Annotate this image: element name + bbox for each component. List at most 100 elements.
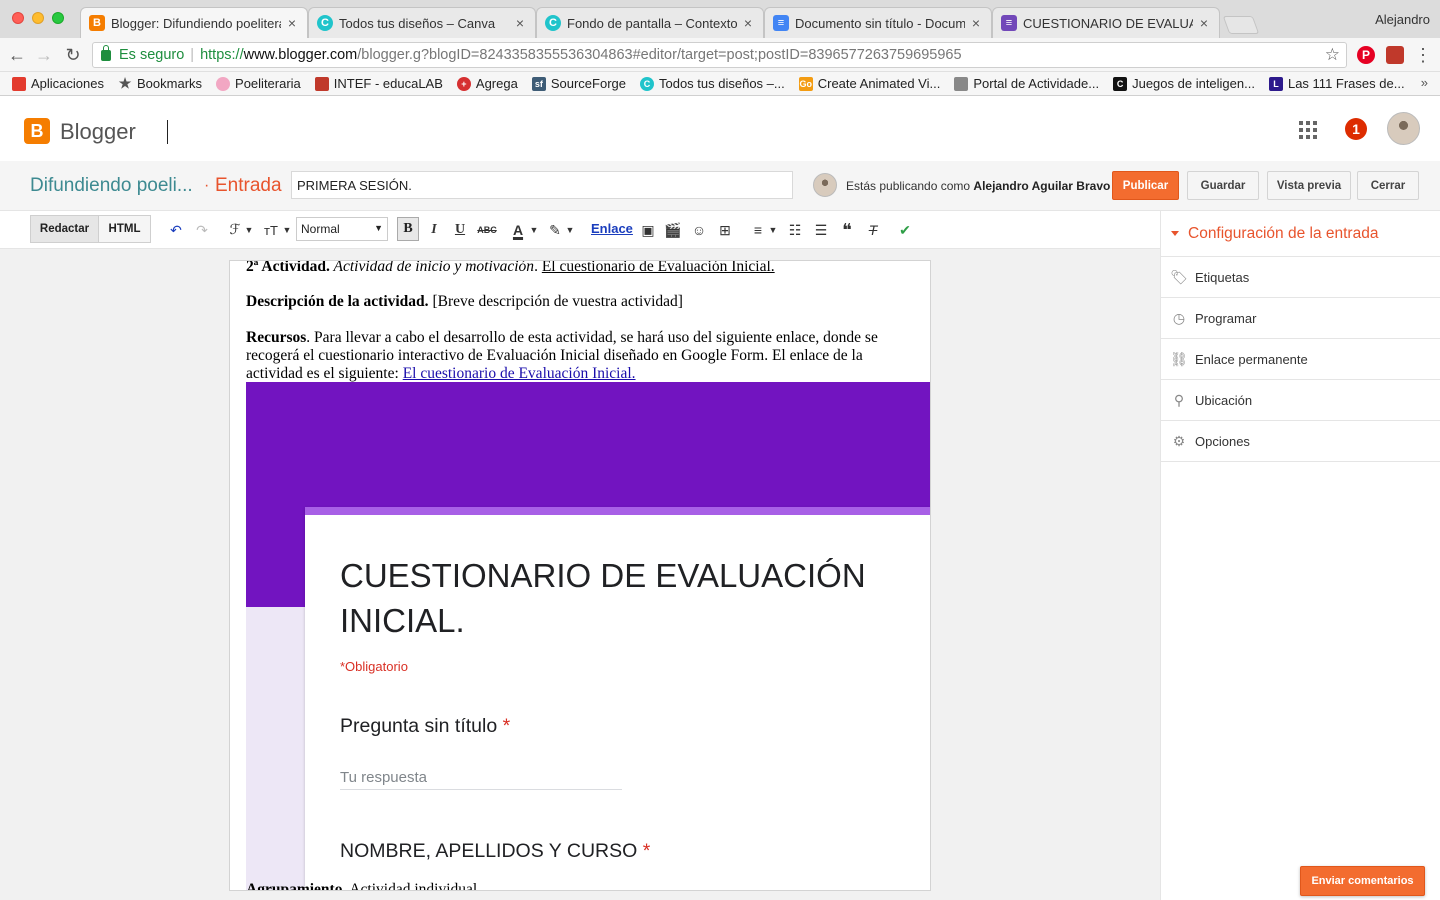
close-button[interactable]: Cerrar xyxy=(1357,171,1419,200)
close-icon[interactable]: × xyxy=(741,15,755,31)
browser-profile-name[interactable]: Alejandro xyxy=(1375,12,1430,27)
bookmark-label: INTEF - educaLAB xyxy=(333,76,443,91)
bookmark-item[interactable]: Aplicaciones xyxy=(12,76,104,91)
insert-video-icon[interactable]: 🎬 xyxy=(663,220,683,240)
spellcheck-icon[interactable]: ✔ xyxy=(895,220,915,240)
undo-icon[interactable]: ↶ xyxy=(166,220,186,240)
account-avatar[interactable] xyxy=(1387,112,1420,145)
settings-item-labels[interactable]: 🏷 Etiquetas xyxy=(1161,257,1440,298)
blogger-wordmark[interactable]: Blogger xyxy=(60,119,136,145)
window-close-icon[interactable] xyxy=(12,12,24,24)
text-color-icon[interactable]: A xyxy=(509,220,527,240)
send-feedback-button[interactable]: Enviar comentarios xyxy=(1300,866,1425,896)
browser-tab-canva-wallpaper[interactable]: C Fondo de pantalla – Contexto I × xyxy=(536,7,764,38)
close-icon[interactable]: × xyxy=(285,15,299,31)
form-link[interactable]: El cuestionario de Evaluación Inicial. xyxy=(403,365,636,382)
bulleted-list-icon[interactable]: ☰ xyxy=(811,220,831,240)
settings-item-schedule[interactable]: ◷ Programar xyxy=(1161,298,1440,339)
new-tab-button[interactable] xyxy=(1222,16,1260,34)
insert-image-icon[interactable]: ▣ xyxy=(638,220,658,240)
post-title-input[interactable] xyxy=(291,171,793,199)
html-mode-button[interactable]: HTML xyxy=(98,215,151,243)
chevron-down-icon[interactable]: ▼ xyxy=(564,220,576,240)
bookmark-item[interactable]: C Todos tus diseños –... xyxy=(639,76,785,91)
secure-label[interactable]: Es seguro xyxy=(119,47,184,63)
bookmark-item[interactable]: Go Create Animated Vi... xyxy=(798,76,941,91)
google-form-embed[interactable]: CUESTIONARIO DE EVALUACIÓN INICIAL. *Obl… xyxy=(246,382,930,890)
agrega-icon: + xyxy=(456,76,471,91)
back-arrow-icon[interactable]: ← xyxy=(6,44,28,66)
notifications-badge[interactable]: 1 xyxy=(1345,118,1367,140)
bookmark-label: Agrega xyxy=(475,76,518,91)
tab-title: Documento sin título - Documentos xyxy=(795,15,965,31)
settings-item-location[interactable]: ⚲ Ubicación xyxy=(1161,380,1440,421)
chevron-down-icon[interactable]: ▼ xyxy=(528,220,540,240)
preview-button[interactable]: Vista previa xyxy=(1267,171,1351,200)
gear-icon: ⚙ xyxy=(1172,432,1186,449)
italic-button[interactable]: I xyxy=(425,220,443,240)
post-settings-header[interactable]: Configuración de la entrada xyxy=(1161,211,1440,257)
bold-button[interactable]: B xyxy=(397,217,419,241)
close-icon[interactable]: × xyxy=(1197,15,1211,31)
window-minimize-icon[interactable] xyxy=(32,12,44,24)
redo-icon[interactable]: ↷ xyxy=(192,220,212,240)
save-button[interactable]: Guardar xyxy=(1187,171,1259,200)
settings-item-permalink[interactable]: ⛓ Enlace permanente xyxy=(1161,339,1440,380)
blog-title-link[interactable]: Difundiendo poeli... xyxy=(30,175,193,197)
bookmark-item[interactable]: C Juegos de inteligen... xyxy=(1113,76,1255,91)
chevron-down-icon[interactable]: ▼ xyxy=(243,220,255,240)
extension-shield-icon[interactable] xyxy=(1386,46,1404,64)
blogger-icon: B xyxy=(89,15,105,31)
insert-jump-break-icon[interactable]: ⊞ xyxy=(715,220,735,240)
bookmarks-overflow-icon[interactable]: » xyxy=(1421,75,1428,90)
font-family-icon[interactable]: ℱ xyxy=(225,220,245,240)
browser-tab-docs[interactable]: ≡ Documento sin título - Documentos × xyxy=(764,7,992,38)
apps-grid-icon xyxy=(12,76,26,91)
bookmark-item[interactable]: Poeliteraria xyxy=(216,76,301,91)
sourceforge-icon: sf xyxy=(531,76,546,91)
bookmark-label: Create Animated Vi... xyxy=(817,76,941,91)
compose-mode-button[interactable]: Redactar xyxy=(30,215,99,243)
close-icon[interactable]: × xyxy=(969,15,983,31)
reload-icon[interactable]: ↻ xyxy=(62,44,84,66)
pinterest-icon[interactable]: P xyxy=(1357,46,1375,64)
chevron-down-icon[interactable]: ▼ xyxy=(767,220,779,240)
bookmark-item[interactable]: L Las 111 Frases de... xyxy=(1268,76,1405,91)
bookmark-item[interactable]: Portal de Actividade... xyxy=(954,76,1099,91)
post-body-editor[interactable]: 2ª Actividad. Actividad de inicio y moti… xyxy=(229,260,931,891)
question-1-label: Pregunta sin título xyxy=(340,715,498,737)
underline-button[interactable]: U xyxy=(451,220,469,240)
align-icon[interactable]: ≡ xyxy=(748,220,768,240)
chevron-down-icon[interactable]: ▼ xyxy=(281,220,293,240)
browser-tab-forms[interactable]: ≡ CUESTIONARIO DE EVALUACIÓN × xyxy=(992,7,1220,38)
browser-tab-canva[interactable]: C Todos tus diseños – Canva × xyxy=(308,7,536,38)
menu-kebab-icon[interactable]: ⋮ xyxy=(1412,44,1434,66)
insert-link-button[interactable]: Enlace xyxy=(591,221,633,236)
bookmark-item[interactable]: + Agrega xyxy=(456,76,518,91)
strikethrough-button[interactable]: ABC xyxy=(476,220,498,240)
close-icon[interactable]: × xyxy=(513,15,527,31)
answer-input[interactable] xyxy=(340,766,622,790)
bookmark-star-icon[interactable]: ☆ xyxy=(1325,45,1340,65)
settings-item-label: Programar xyxy=(1195,310,1257,326)
forward-arrow-icon[interactable]: → xyxy=(33,44,55,66)
font-size-icon[interactable]: тT xyxy=(261,220,281,240)
caret-down-icon xyxy=(1171,231,1179,236)
numbered-list-icon[interactable]: ☷ xyxy=(785,220,805,240)
clear-formatting-icon[interactable]: T xyxy=(863,220,883,240)
settings-item-options[interactable]: ⚙ Opciones xyxy=(1161,421,1440,462)
bookmark-item[interactable]: INTEF - educaLAB xyxy=(314,76,443,91)
publish-button[interactable]: Publicar xyxy=(1112,171,1179,200)
apps-grid-icon[interactable] xyxy=(1299,121,1317,139)
bookmark-item[interactable]: sf SourceForge xyxy=(531,76,626,91)
description-label: Descripción de la actividad. xyxy=(246,293,429,310)
insert-emoji-icon[interactable]: ☺ xyxy=(689,220,709,240)
bookmark-item[interactable]: ★ Bookmarks xyxy=(118,75,202,91)
blogger-logo-icon[interactable]: B xyxy=(24,118,50,144)
browser-tab-blogger[interactable]: B Blogger: Difundiendo poeliteraria × xyxy=(80,7,308,38)
window-maximize-icon[interactable] xyxy=(52,12,64,24)
paragraph-format-select[interactable]: Normal ▼ xyxy=(296,217,388,241)
quote-icon[interactable]: ❝ xyxy=(837,220,857,240)
highlight-color-icon[interactable]: ✎ xyxy=(546,220,564,240)
url-field[interactable]: Es seguro | https:// www.blogger.com /bl… xyxy=(92,42,1347,68)
